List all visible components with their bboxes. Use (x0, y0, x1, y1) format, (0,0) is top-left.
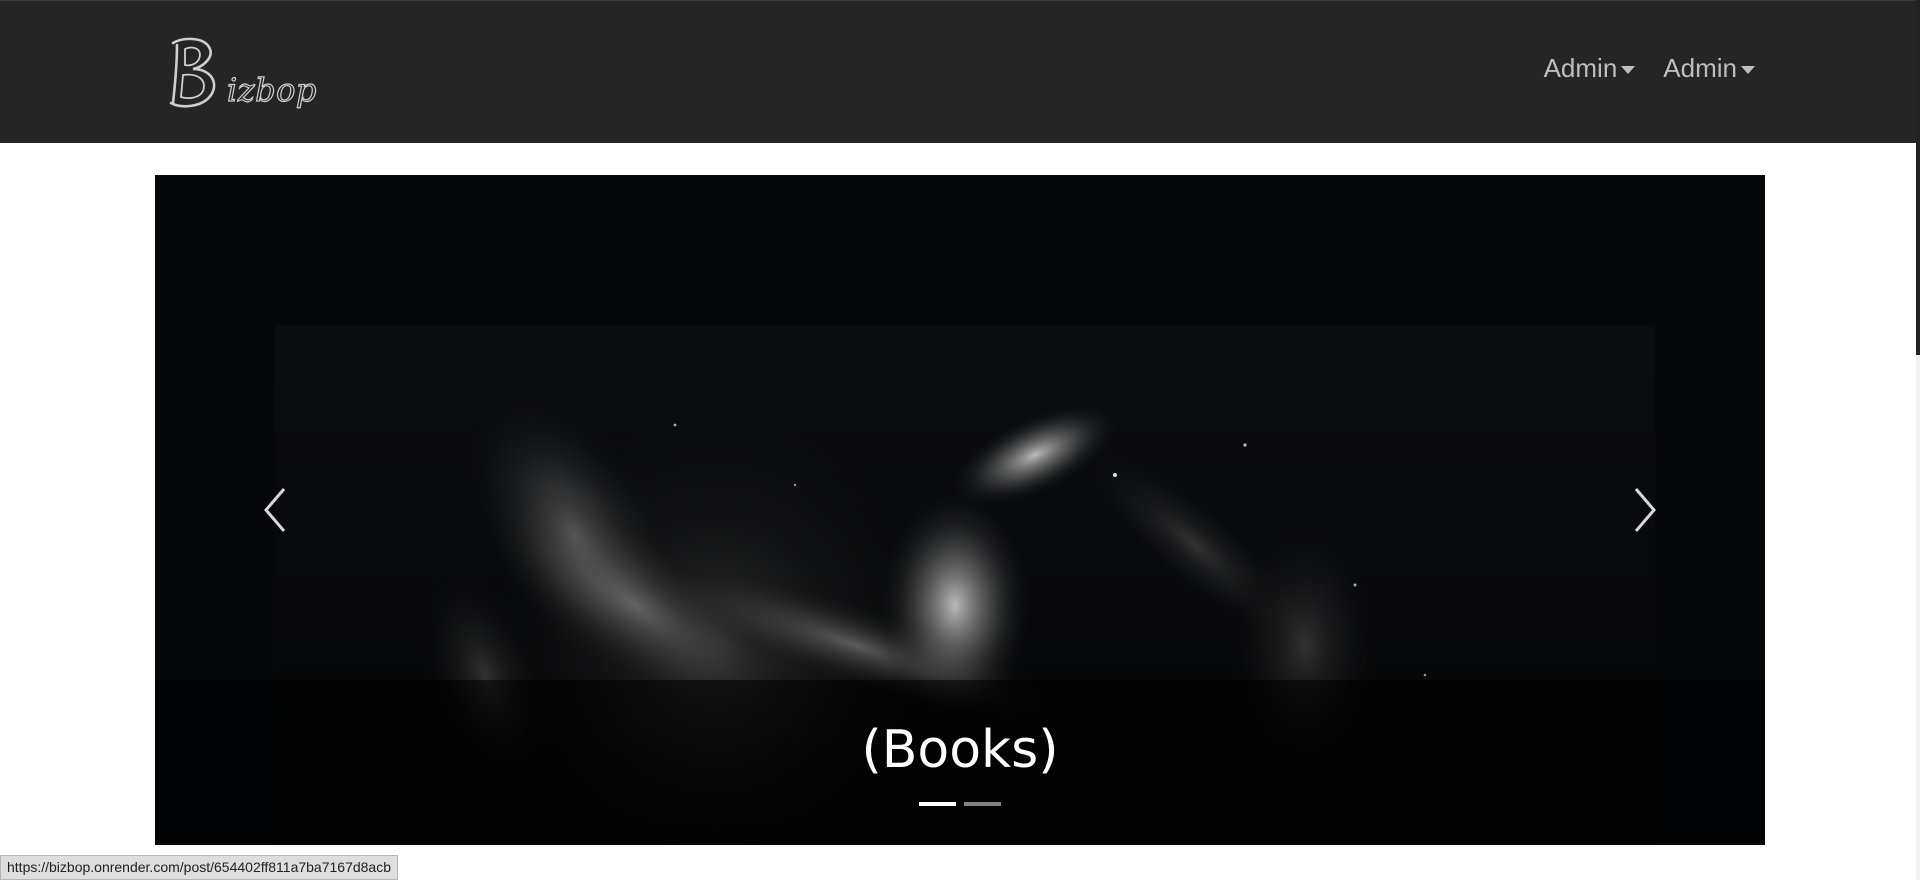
admin-dropdown-2[interactable]: Admin (1663, 53, 1755, 84)
scrollbar-thumb[interactable] (1916, 0, 1920, 355)
carousel-prev-button[interactable] (245, 475, 305, 545)
slide-caption: (Books) (861, 720, 1059, 780)
admin-dropdown-1[interactable]: Admin (1544, 53, 1636, 84)
admin-dropdown-1-label: Admin (1543, 53, 1618, 83)
brand-name: izbop (226, 70, 317, 109)
chevron-right-icon (1634, 488, 1656, 532)
link-status-bar: https://bizbop.onrender.com/post/654402f… (0, 855, 399, 880)
brand-logo[interactable]: izbop (163, 33, 317, 113)
carousel-next-button[interactable] (1615, 475, 1675, 545)
page-scrollbar[interactable] (1916, 0, 1920, 880)
top-navbar: izbop Admin Admin (0, 0, 1920, 143)
hero-carousel: (Books) (155, 175, 1765, 845)
admin-dropdown-2-label: Admin (1663, 53, 1737, 83)
carousel-indicator-1[interactable] (919, 802, 956, 806)
carousel-indicator-2[interactable] (964, 802, 1001, 806)
carousel-indicators (155, 802, 1765, 806)
caret-down-icon (1741, 65, 1755, 74)
brand-b-icon (169, 37, 216, 108)
chevron-left-icon (264, 488, 286, 532)
nav-menu-group: Admin Admin (1544, 53, 1755, 84)
caret-down-icon (1621, 65, 1636, 74)
